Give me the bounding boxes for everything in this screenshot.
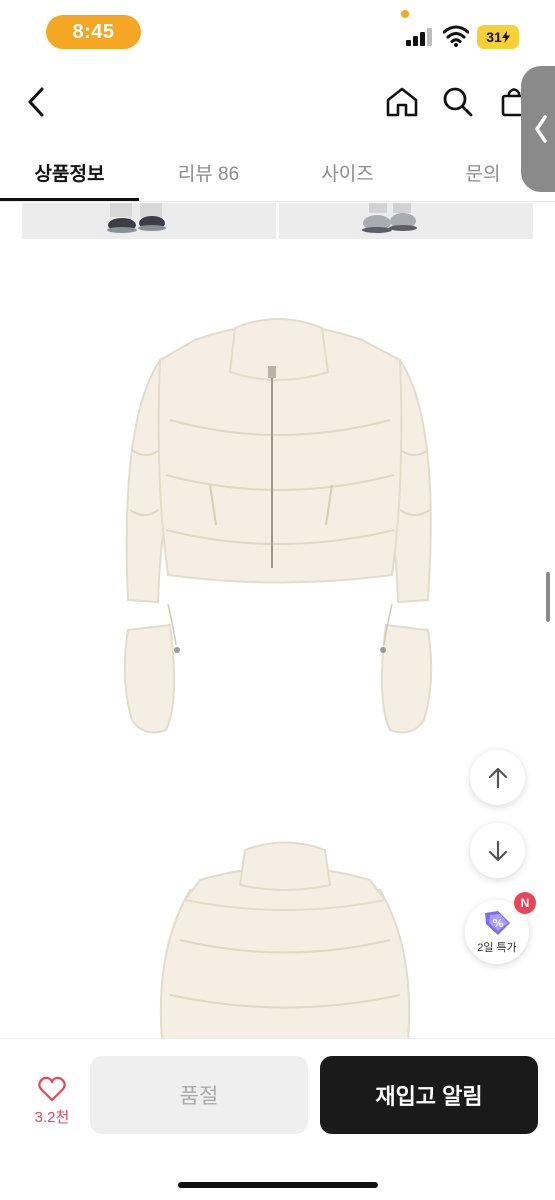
active-tab-indicator bbox=[0, 198, 139, 201]
purchase-bar: 3.2천 품절 재입고 알림 bbox=[0, 1038, 555, 1200]
product-tabs: 상품정보 리뷰 86 사이즈 문의 bbox=[0, 142, 555, 202]
tab-label: 상품정보 bbox=[34, 163, 105, 185]
side-panel-handle[interactable] bbox=[521, 66, 555, 192]
charging-icon bbox=[501, 31, 510, 43]
arrow-down-icon bbox=[488, 840, 507, 861]
styling-photo bbox=[279, 203, 533, 239]
home-button[interactable] bbox=[380, 80, 424, 124]
sold-out-label: 품절 bbox=[179, 1085, 219, 1108]
svg-text:%: % bbox=[492, 917, 503, 930]
tab-label: 문의 bbox=[465, 163, 501, 185]
search-button[interactable] bbox=[436, 80, 480, 124]
styling-photo-strip bbox=[22, 203, 533, 239]
battery-indicator: 31 bbox=[477, 25, 519, 49]
tab-product-info[interactable]: 상품정보 bbox=[0, 142, 139, 202]
restock-alert-label: 재입고 알림 bbox=[375, 1084, 483, 1109]
product-image-front bbox=[123, 318, 433, 734]
tab-size[interactable]: 사이즈 bbox=[278, 142, 417, 202]
new-badge: N bbox=[514, 892, 536, 914]
back-button[interactable] bbox=[18, 80, 54, 124]
wifi-icon bbox=[443, 25, 469, 47]
home-icon bbox=[386, 87, 418, 117]
time-indicator: 8:45 bbox=[46, 15, 141, 49]
like-count: 3.2천 bbox=[34, 1108, 70, 1126]
promo-label: 2일 특가 bbox=[477, 942, 517, 954]
sold-out-button: 품절 bbox=[90, 1056, 308, 1134]
discount-tag-icon: % bbox=[485, 911, 510, 935]
chevron-left-icon bbox=[535, 115, 547, 143]
scrollbar[interactable] bbox=[546, 572, 550, 622]
tab-label: 리뷰 86 bbox=[177, 163, 240, 185]
cellular-signal-icon bbox=[406, 28, 432, 46]
scroll-to-top-button[interactable] bbox=[470, 750, 525, 805]
heart-icon bbox=[38, 1076, 66, 1101]
recording-dot bbox=[401, 10, 409, 18]
time-text: 8:45 bbox=[72, 20, 115, 43]
tab-label: 사이즈 bbox=[321, 163, 374, 185]
styling-photo bbox=[22, 203, 276, 239]
arrow-up-icon bbox=[488, 767, 507, 788]
app-header bbox=[0, 62, 555, 142]
restock-alert-button[interactable]: 재입고 알림 bbox=[320, 1056, 538, 1134]
battery-level: 31 bbox=[486, 29, 502, 45]
like-button[interactable]: 3.2천 bbox=[20, 1069, 84, 1133]
scroll-to-bottom-button[interactable] bbox=[470, 823, 525, 878]
home-indicator bbox=[178, 1182, 378, 1188]
badge-text: N bbox=[520, 896, 530, 910]
status-bar: 8:45 31 bbox=[0, 0, 555, 62]
search-icon bbox=[443, 87, 473, 117]
tab-reviews[interactable]: 리뷰 86 bbox=[139, 142, 278, 202]
product-image-back bbox=[159, 841, 411, 1040]
chevron-left-icon bbox=[28, 87, 44, 117]
